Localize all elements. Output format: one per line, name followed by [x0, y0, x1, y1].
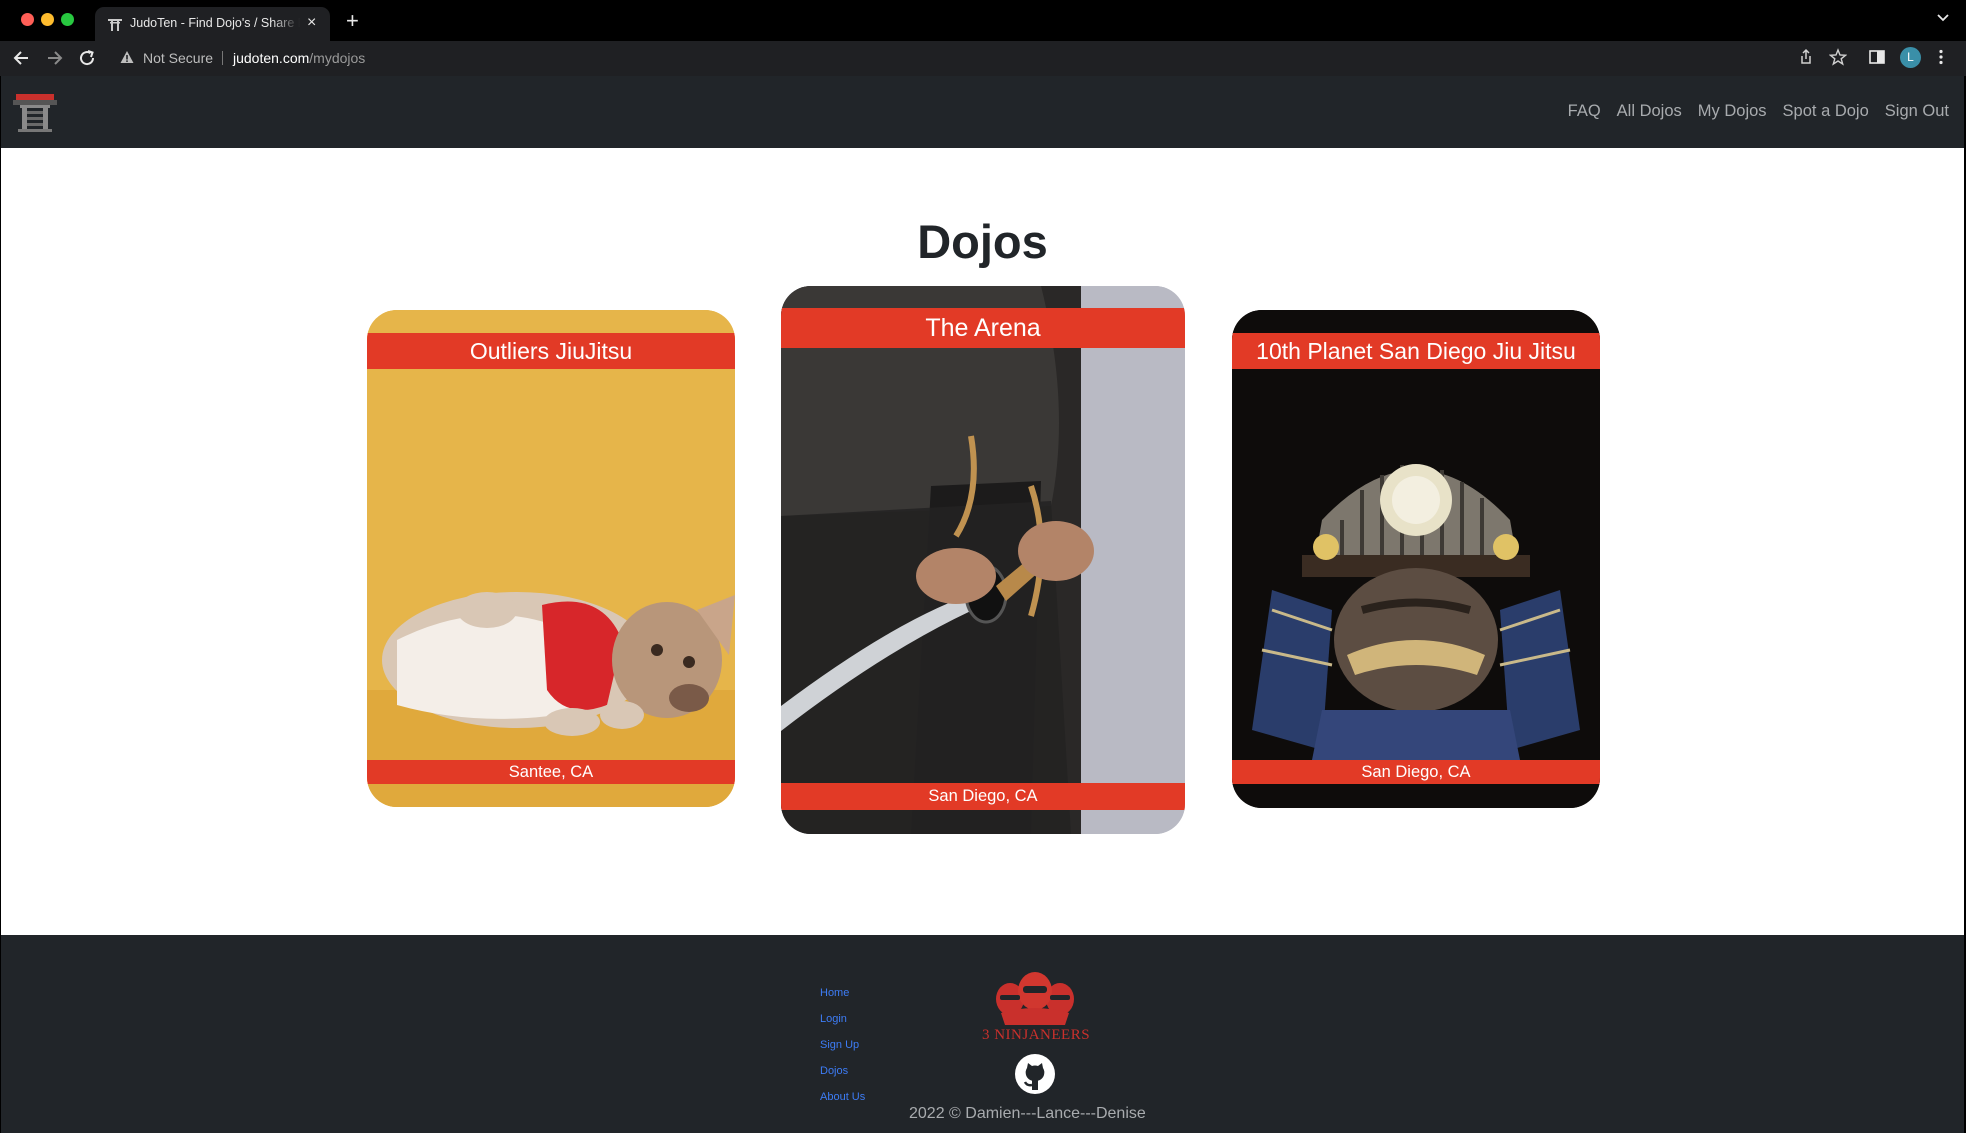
site-footer: Home Login Sign Up Dojos About Us 3 NINJ… [1, 935, 1964, 1133]
footer-link-dojos[interactable]: Dojos [820, 1065, 865, 1091]
url-text[interactable]: judoten.com/mydojos [233, 50, 365, 66]
footer-links: Home Login Sign Up Dojos About Us [820, 987, 865, 1117]
omnibox-divider [222, 51, 223, 65]
footer-link-home[interactable]: Home [820, 987, 865, 1013]
side-panel-icon[interactable] [1868, 48, 1886, 66]
dojo-photo-katana [781, 286, 1185, 834]
torii-favicon-icon [108, 19, 122, 31]
tab-close-button[interactable]: × [307, 14, 316, 32]
dojo-photo-puppy [367, 310, 735, 807]
bookmark-star-icon[interactable] [1829, 48, 1847, 66]
back-arrow-icon[interactable] [12, 48, 32, 68]
web-page: FAQ All Dojos My Dojos Spot a Dojo Sign … [1, 76, 1964, 1133]
dojo-location: Santee, CA [367, 760, 735, 784]
judoten-logo-icon[interactable] [13, 92, 57, 134]
nav-link-faq[interactable]: FAQ [1568, 102, 1601, 121]
tab-search-chevron-icon[interactable] [1936, 10, 1950, 24]
nav-link-sign-out[interactable]: Sign Out [1885, 102, 1949, 121]
url-path: /mydojos [309, 50, 366, 66]
kebab-menu-icon[interactable] [1932, 48, 1950, 66]
browser-chrome: JudoTen - Find Dojo's / Share Dojo's × +… [0, 0, 1966, 76]
site-navbar: FAQ All Dojos My Dojos Spot a Dojo Sign … [1, 76, 1964, 148]
url-domain: judoten.com [233, 50, 310, 66]
dojo-name[interactable]: The Arena [781, 308, 1185, 348]
page-title: Dojos [917, 215, 1048, 268]
dojo-photo-samurai-armor [1232, 310, 1600, 808]
browser-tab[interactable]: JudoTen - Find Dojo's / Share Dojo's × [95, 7, 330, 41]
dojo-name[interactable]: 10th Planet San Diego Jiu Jitsu [1232, 333, 1600, 369]
dojo-card[interactable]: Outliers JiuJitsu Santee, CA [367, 310, 735, 807]
profile-avatar[interactable]: L [1900, 47, 1921, 68]
dojo-card[interactable]: The Arena San Diego, CA [781, 286, 1185, 834]
close-window-button[interactable] [21, 13, 34, 26]
ninjaneers-brand-text: 3 NINJANEERS [981, 1027, 1091, 1043]
forward-arrow-icon[interactable] [44, 48, 64, 68]
minimize-window-button[interactable] [41, 13, 54, 26]
footer-link-about-us[interactable]: About Us [820, 1091, 865, 1117]
reload-icon[interactable] [77, 48, 97, 68]
nav-link-spot-a-dojo[interactable]: Spot a Dojo [1783, 102, 1869, 121]
security-status: Not Secure [143, 50, 214, 66]
footer-link-sign-up[interactable]: Sign Up [820, 1039, 865, 1065]
nav-link-my-dojos[interactable]: My Dojos [1698, 102, 1767, 121]
copyright-text: 2022 © Damien---Lance---Denise [909, 1105, 1146, 1122]
dojo-card[interactable]: 10th Planet San Diego Jiu Jitsu San Dieg… [1232, 310, 1600, 808]
address-bar[interactable]: Not Secure judoten.com/mydojos [110, 44, 1900, 72]
tab-title: JudoTen - Find Dojo's / Share Dojo's [130, 16, 300, 30]
zoom-window-button[interactable] [61, 13, 74, 26]
dojo-location: San Diego, CA [781, 783, 1185, 810]
nav-link-all-dojos[interactable]: All Dojos [1617, 102, 1682, 121]
dojo-name[interactable]: Outliers JiuJitsu [367, 333, 735, 369]
dojo-location: San Diego, CA [1232, 760, 1600, 784]
tab-strip: JudoTen - Find Dojo's / Share Dojo's × + [0, 0, 1966, 41]
footer-link-login[interactable]: Login [820, 1013, 865, 1039]
share-icon[interactable] [1797, 48, 1815, 66]
github-icon[interactable] [1015, 1054, 1055, 1094]
warning-triangle-icon[interactable] [120, 50, 134, 64]
new-tab-button[interactable]: + [346, 8, 359, 34]
nav-links: FAQ All Dojos My Dojos Spot a Dojo Sign … [1568, 102, 1949, 121]
